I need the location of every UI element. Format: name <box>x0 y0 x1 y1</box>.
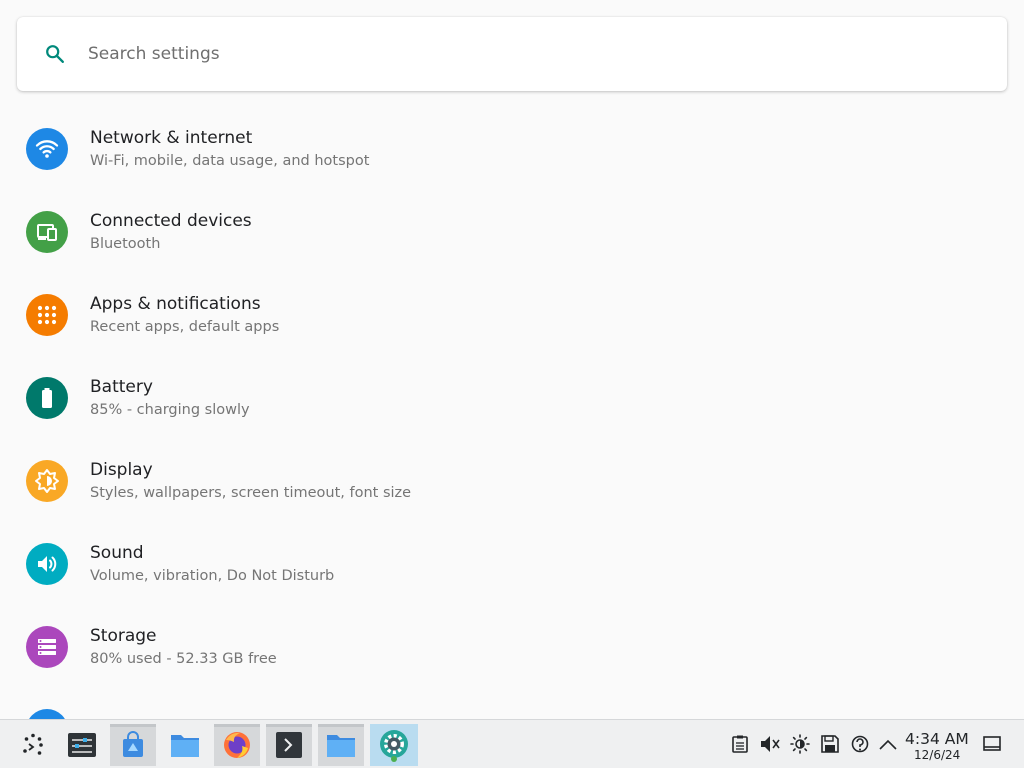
taskbar: 4:34 AM 12/6/24 <box>0 719 1024 768</box>
setting-title: Display <box>90 460 153 480</box>
setting-subtitle: Wi-Fi, mobile, data usage, and hotspot <box>90 153 370 169</box>
setting-storage[interactable]: Storage 80% used - 52.33 GB free <box>0 605 1024 688</box>
setting-subtitle: 85% - charging slowly <box>90 402 250 418</box>
brightness-icon <box>790 734 810 754</box>
setting-privacy-partial[interactable] <box>0 688 1024 719</box>
devices-icon-circle <box>26 211 68 253</box>
network-icon-circle <box>26 128 68 170</box>
firefox-icon <box>224 732 250 758</box>
task-indicator <box>110 724 156 727</box>
battery-icon <box>42 388 52 408</box>
folder-icon <box>171 735 199 757</box>
chevron-up-icon <box>879 739 897 750</box>
updates-icon <box>851 735 869 753</box>
android-settings-app[interactable] <box>370 724 418 766</box>
system-settings-icon <box>68 733 96 757</box>
setting-subtitle: Styles, wallpapers, screen timeout, font… <box>90 485 412 501</box>
volume-icon <box>38 556 57 572</box>
search-bar[interactable] <box>17 17 1007 91</box>
storage-icon-circle <box>26 626 68 668</box>
setting-battery[interactable]: Battery 85% - charging slowly <box>0 356 1024 439</box>
setting-sound[interactable]: Sound Volume, vibration, Do Not Disturb <box>0 522 1024 605</box>
setting-title: Battery <box>90 377 153 397</box>
setting-subtitle: Volume, vibration, Do Not Disturb <box>90 568 335 584</box>
app-launcher-icon <box>23 733 43 755</box>
folder-icon <box>327 735 355 757</box>
setting-subtitle: Recent apps, default apps <box>90 319 280 335</box>
terminal-icon <box>276 732 302 758</box>
setting-title: Storage <box>90 626 157 646</box>
brightness-icon <box>35 469 59 493</box>
clipboard-icon <box>732 735 748 753</box>
devices-icon <box>37 224 57 241</box>
expand-tray-button[interactable] <box>878 734 898 754</box>
apps-grid-icon <box>37 305 57 325</box>
system-settings-app[interactable] <box>59 724 105 766</box>
wifi-icon <box>35 140 59 158</box>
task-indicator <box>266 724 312 727</box>
volume-tray[interactable] <box>760 734 780 754</box>
clock-time: 4:34 AM <box>905 730 969 748</box>
show-desktop-icon <box>983 736 1001 751</box>
setting-title: Connected devices <box>90 211 252 231</box>
terminal-app[interactable] <box>266 724 312 766</box>
settings-app: Network & internet Wi-Fi, mobile, data u… <box>0 0 1024 719</box>
setting-display[interactable]: Display Styles, wallpapers, screen timeo… <box>0 439 1024 522</box>
volume-muted-icon <box>761 736 780 752</box>
search-input[interactable] <box>88 39 968 69</box>
app-store-app[interactable] <box>110 724 156 766</box>
setting-apps-notifications[interactable]: Apps & notifications Recent apps, defaul… <box>0 273 1024 356</box>
brightness-tray[interactable] <box>790 734 810 754</box>
setting-connected-devices[interactable]: Connected devices Bluetooth <box>0 190 1024 273</box>
file-manager-app-2[interactable] <box>318 724 364 766</box>
drive-icon <box>821 735 839 753</box>
file-manager-app[interactable] <box>162 724 208 766</box>
privacy-icon-circle <box>26 709 68 719</box>
search-icon <box>46 45 64 63</box>
updates-tray[interactable] <box>850 734 870 754</box>
sound-icon-circle <box>26 543 68 585</box>
display-icon-circle <box>26 460 68 502</box>
clock-date: 12/6/24 <box>914 748 961 762</box>
setting-subtitle: Bluetooth <box>90 236 161 252</box>
show-desktop-button[interactable] <box>982 734 1002 754</box>
setting-subtitle: 80% used - 52.33 GB free <box>90 651 277 667</box>
firefox-app[interactable] <box>214 724 260 766</box>
apps-icon-circle <box>26 294 68 336</box>
storage-icon <box>38 639 56 655</box>
task-indicator <box>214 724 260 727</box>
drive-tray[interactable] <box>820 734 840 754</box>
clipboard-tray[interactable] <box>730 734 750 754</box>
setting-title: Sound <box>90 543 144 563</box>
setting-network-internet[interactable]: Network & internet Wi-Fi, mobile, data u… <box>0 107 1024 190</box>
setting-title: Network & internet <box>90 128 253 148</box>
gear-icon <box>380 730 408 762</box>
battery-icon-circle <box>26 377 68 419</box>
settings-list: Network & internet Wi-Fi, mobile, data u… <box>0 107 1024 719</box>
app-launcher-button[interactable] <box>10 724 56 766</box>
task-indicator <box>318 724 364 727</box>
setting-title: Apps & notifications <box>90 294 261 314</box>
app-store-icon <box>123 731 143 757</box>
